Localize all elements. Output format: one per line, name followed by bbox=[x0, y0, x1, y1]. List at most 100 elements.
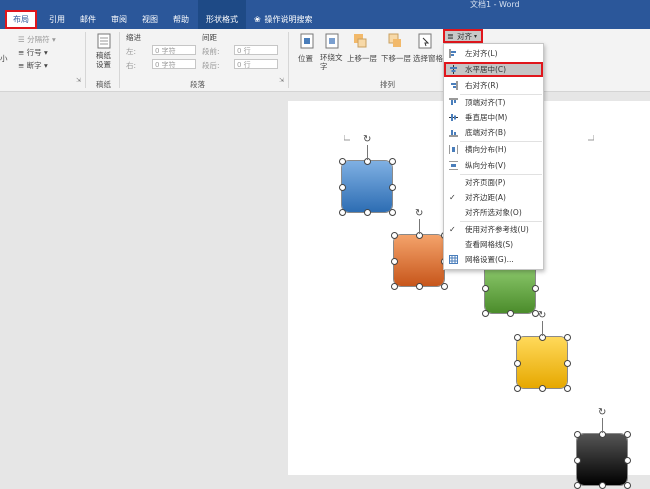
resize-handle[interactable] bbox=[564, 334, 571, 341]
resize-handle[interactable] bbox=[364, 209, 371, 216]
black-square-shape[interactable] bbox=[576, 433, 628, 486]
paragraph-launcher[interactable]: ⇲ bbox=[279, 77, 284, 84]
divider bbox=[119, 32, 120, 88]
spacing-before-input[interactable]: 0 行 bbox=[234, 45, 278, 55]
menu-item-align-right[interactable]: 右对齐(R) bbox=[444, 78, 543, 93]
menu-item-align-bottom[interactable]: 底端对齐(B) bbox=[444, 125, 543, 140]
tab-layout[interactable]: 布局 bbox=[5, 10, 37, 29]
menu-item-align-to-page[interactable]: 对齐页面(P) bbox=[444, 175, 543, 190]
align-button[interactable]: ≣ 对齐 ▾ bbox=[443, 29, 483, 43]
tab-view[interactable]: 视图 bbox=[137, 10, 163, 29]
resize-handle[interactable] bbox=[514, 334, 521, 341]
margin-corner-mark bbox=[344, 135, 350, 141]
resize-handle[interactable] bbox=[574, 431, 581, 438]
resize-handle[interactable] bbox=[482, 284, 489, 292]
grid-icon bbox=[449, 255, 458, 264]
menu-item-align-left[interactable]: 左对齐(L) bbox=[444, 46, 543, 61]
resize-handle[interactable] bbox=[599, 482, 606, 489]
menu-item-grid-settings[interactable]: 网格设置(G)... bbox=[444, 252, 543, 267]
resize-handle[interactable] bbox=[339, 183, 346, 191]
manuscript-settings-button[interactable]: 稿纸设置 bbox=[96, 51, 116, 69]
tab-references[interactable]: 引用 bbox=[44, 10, 70, 29]
resize-handle[interactable] bbox=[624, 456, 631, 464]
line-numbers-button[interactable]: ≡ 行号 ▾ bbox=[18, 47, 48, 58]
resize-handle[interactable] bbox=[564, 359, 571, 367]
align-top-icon bbox=[449, 98, 458, 105]
resize-handle[interactable] bbox=[389, 158, 396, 165]
hyphenation-label: 断字 bbox=[26, 61, 42, 70]
resize-handle[interactable] bbox=[507, 310, 514, 317]
menu-item-label: 横向分布(H) bbox=[465, 145, 507, 154]
send-backward-button[interactable]: 下移一层 bbox=[381, 53, 411, 64]
resize-handle[interactable] bbox=[391, 257, 398, 265]
rotate-handle-icon[interactable]: ↻ bbox=[363, 135, 372, 145]
selection-pane-button[interactable]: 选择窗格 bbox=[413, 53, 443, 64]
rotate-handle-line bbox=[542, 321, 543, 336]
chevron-down-icon: ▾ bbox=[474, 33, 478, 40]
resize-handle[interactable] bbox=[482, 310, 489, 317]
menu-item-align-middle[interactable]: 垂直居中(M) bbox=[444, 110, 543, 125]
resize-handle[interactable] bbox=[564, 385, 571, 392]
resize-handle[interactable] bbox=[389, 209, 396, 216]
resize-handle[interactable] bbox=[416, 283, 423, 290]
lightbulb-icon: ❀ bbox=[254, 15, 261, 24]
rotate-handle-icon[interactable]: ↻ bbox=[598, 408, 607, 418]
indent-right-input[interactable]: 0 字符 bbox=[152, 59, 196, 69]
rotate-handle-icon[interactable]: ↻ bbox=[538, 311, 547, 321]
margin-corner-mark bbox=[588, 135, 594, 141]
menu-item-use-alignment-guides[interactable]: ✓ 使用对齐参考线(U) bbox=[444, 222, 543, 237]
align-dropdown-menu: 左对齐(L) 水平居中(C) 右对齐(R) 顶端对齐(T) 垂直居中(M) 底端… bbox=[443, 43, 544, 270]
resize-handle[interactable] bbox=[514, 385, 521, 392]
menu-item-label: 查看网格线(S) bbox=[465, 240, 514, 249]
resize-handle[interactable] bbox=[391, 232, 398, 239]
align-right-icon bbox=[451, 81, 458, 90]
resize-handle[interactable] bbox=[441, 283, 448, 290]
indent-right-label: 右: bbox=[126, 61, 137, 70]
menu-item-align-top[interactable]: 顶端对齐(T) bbox=[444, 95, 543, 110]
menu-item-align-center[interactable]: 水平居中(C) bbox=[444, 62, 543, 77]
tab-review[interactable]: 审阅 bbox=[106, 10, 132, 29]
indent-left-input[interactable]: 0 字符 bbox=[152, 45, 196, 55]
breaks-button[interactable]: ☰ 分隔符 ▾ bbox=[18, 34, 56, 45]
tell-me-search[interactable]: ❀ 操作说明搜索 bbox=[254, 10, 324, 29]
tab-shape-format[interactable]: 形状格式 bbox=[198, 10, 246, 29]
tab-mailings[interactable]: 邮件 bbox=[75, 10, 101, 29]
manuscript-group-label: 稿纸 bbox=[96, 80, 111, 89]
tab-help[interactable]: 帮助 bbox=[168, 10, 194, 29]
manuscript-icon bbox=[97, 33, 111, 49]
menu-item-align-selected-objects[interactable]: 对齐所选对象(O) bbox=[444, 205, 543, 220]
menu-item-label: 顶端对齐(T) bbox=[465, 98, 506, 107]
resize-handle[interactable] bbox=[624, 431, 631, 438]
resize-handle[interactable] bbox=[624, 482, 631, 489]
menu-item-distribute-horizontal[interactable]: 横向分布(H) bbox=[444, 142, 543, 157]
distribute-vertical-icon bbox=[449, 161, 458, 170]
resize-handle[interactable] bbox=[391, 283, 398, 290]
position-button[interactable]: 位置 bbox=[298, 53, 313, 64]
resize-handle[interactable] bbox=[514, 359, 521, 367]
menu-item-label: 对齐边距(A) bbox=[465, 193, 506, 202]
menu-item-distribute-vertical[interactable]: 纵向分布(V) bbox=[444, 158, 543, 173]
resize-handle[interactable] bbox=[389, 183, 396, 191]
blue-square-shape[interactable] bbox=[341, 160, 393, 213]
spacing-after-input[interactable]: 0 行 bbox=[234, 59, 278, 69]
resize-handle[interactable] bbox=[574, 456, 581, 464]
page-setup-launcher[interactable]: ⇲ bbox=[76, 77, 81, 84]
hyphenation-button[interactable]: ≡ 断字 ▾ bbox=[18, 60, 48, 71]
yellow-square-shape[interactable] bbox=[516, 336, 568, 389]
rotate-handle-icon[interactable]: ↻ bbox=[415, 209, 424, 219]
menu-item-label: 右对齐(R) bbox=[465, 81, 499, 90]
resize-handle[interactable] bbox=[339, 158, 346, 165]
orange-square-shape[interactable] bbox=[393, 234, 445, 287]
menu-item-view-gridlines[interactable]: 查看网格线(S) bbox=[444, 237, 543, 252]
menu-item-align-to-margin[interactable]: ✓ 对齐边距(A) bbox=[444, 190, 543, 205]
bring-forward-button[interactable]: 上移一层 bbox=[347, 53, 377, 64]
tell-me-label: 操作说明搜索 bbox=[264, 15, 313, 24]
resize-handle[interactable] bbox=[532, 284, 539, 292]
rotate-handle-line bbox=[602, 418, 603, 433]
size-button[interactable]: 小 bbox=[0, 53, 8, 64]
wrap-text-button[interactable]: 环绕文字 bbox=[320, 53, 346, 71]
resize-handle[interactable] bbox=[339, 209, 346, 216]
resize-handle[interactable] bbox=[574, 482, 581, 489]
align-button-label: 对齐 bbox=[457, 32, 472, 41]
resize-handle[interactable] bbox=[539, 385, 546, 392]
